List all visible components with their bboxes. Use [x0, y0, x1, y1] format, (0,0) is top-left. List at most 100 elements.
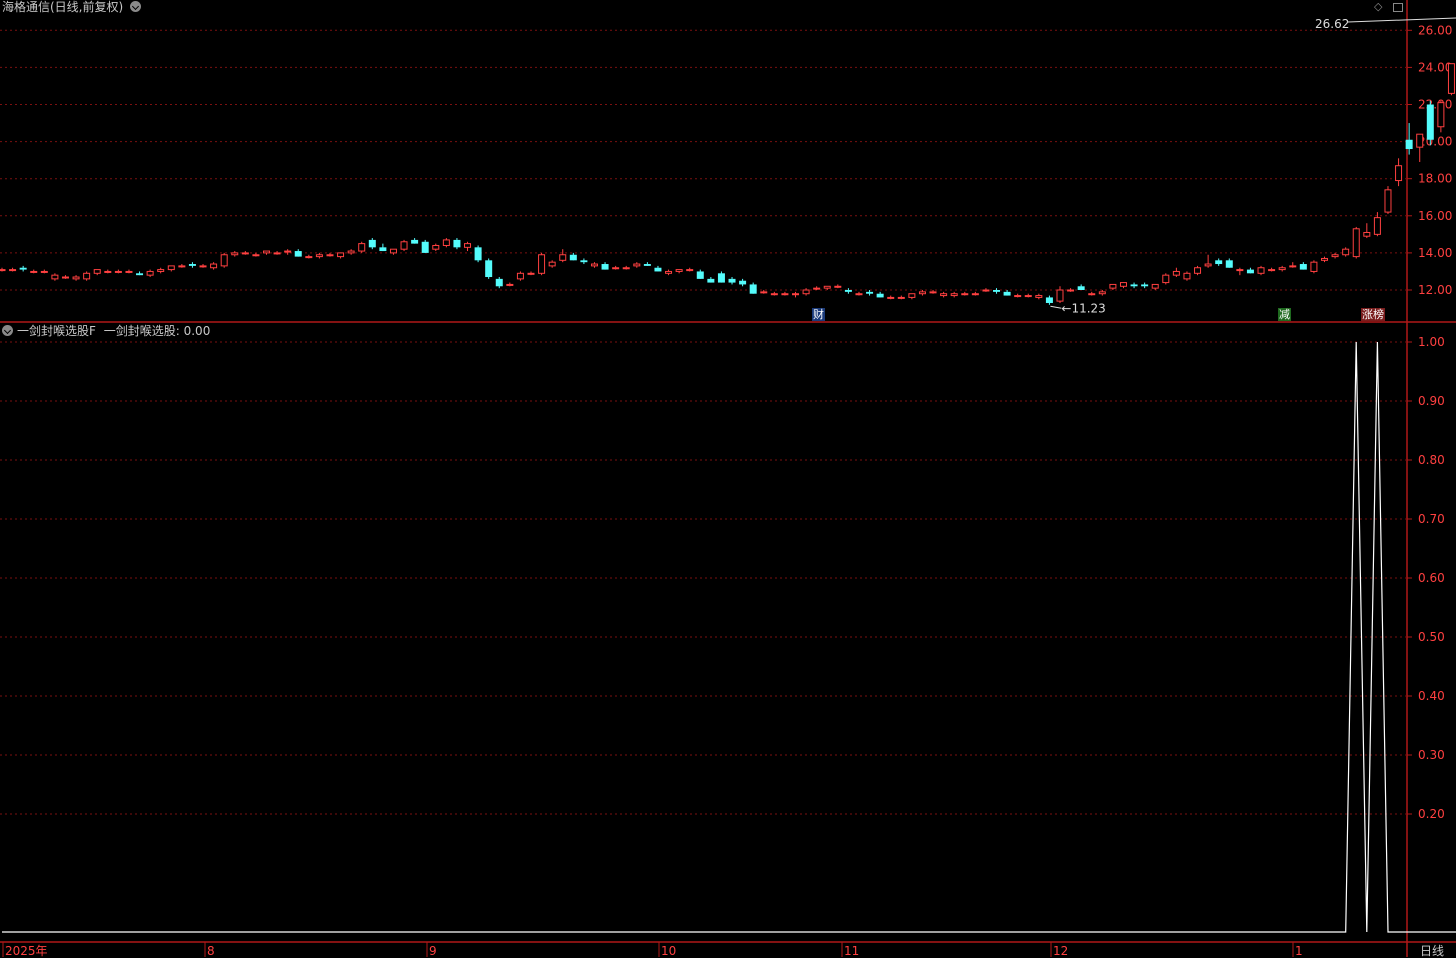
candle-body [918, 291, 926, 295]
candle [315, 252, 323, 259]
candle [1183, 271, 1191, 281]
chevron-down-icon[interactable] [2, 325, 13, 336]
candle-body [1077, 286, 1085, 290]
candle-body [1257, 267, 1265, 274]
candle-body [432, 244, 440, 250]
candle [485, 258, 493, 279]
chevron-down-icon[interactable] [130, 1, 142, 12]
candle-body [971, 293, 979, 296]
low-price-arrow [1050, 305, 1062, 309]
marker-jian[interactable]: 减 [1278, 308, 1291, 321]
candle [1299, 262, 1307, 270]
candle [0, 267, 6, 272]
candle-body [1299, 264, 1307, 270]
candle-body [1151, 283, 1159, 289]
candle-body [72, 276, 80, 280]
indicator-tick-label: 0.80 [1418, 453, 1445, 467]
indicator-tick-label: 0.70 [1418, 512, 1445, 526]
candle [61, 275, 69, 279]
candle-body [516, 272, 524, 280]
candle-body [728, 278, 736, 283]
candle [802, 288, 810, 296]
time-axis-label: 9 [429, 944, 437, 957]
candle [686, 267, 694, 272]
candle-body [1289, 265, 1297, 268]
candle [654, 265, 662, 272]
candle-body [1130, 284, 1138, 287]
candle-body [389, 248, 397, 254]
candle [961, 291, 969, 296]
candle-body [813, 287, 821, 290]
candle [1225, 258, 1233, 268]
timeframe-label[interactable]: 日线 [1420, 944, 1444, 958]
candle [1151, 283, 1159, 290]
candle-body [1172, 270, 1180, 276]
candle [1098, 290, 1106, 296]
low-price-label: ←11.23 [1061, 301, 1105, 315]
indicator-label: 一剑封喉选股: [103, 324, 180, 338]
candle [337, 252, 345, 259]
candle-body [665, 270, 673, 274]
candle [643, 262, 651, 266]
candle [971, 291, 979, 296]
candle [929, 290, 937, 294]
candle [442, 238, 450, 248]
indicator-tick-label: 0.60 [1418, 571, 1445, 585]
candle [1109, 283, 1117, 290]
chart-canvas[interactable]: 12.0014.0016.0018.0020.0022.0024.0026.00… [0, 0, 1456, 957]
candle-body [781, 293, 789, 296]
candle-body [707, 278, 715, 283]
candle [167, 265, 175, 272]
candle-body [474, 247, 482, 261]
candle [411, 238, 419, 244]
window-toggle-icon[interactable] [1393, 3, 1403, 12]
time-axis-label: 2025年 [5, 944, 48, 957]
candle-body [908, 293, 916, 298]
candle-body [294, 251, 302, 257]
candle-body [1067, 289, 1075, 292]
marker-cai[interactable]: 财 [812, 308, 825, 321]
candle-body [961, 293, 969, 296]
candle [1003, 290, 1011, 296]
candle [72, 275, 80, 281]
candle-body [61, 276, 69, 279]
price-tick-label: 22.00 [1418, 98, 1452, 112]
candle [83, 271, 91, 281]
candle-body [485, 260, 493, 278]
candle [887, 295, 895, 300]
indicator-tick-label: 0.50 [1418, 630, 1445, 644]
candle [1024, 293, 1032, 298]
candle [1215, 258, 1223, 266]
candle [231, 251, 239, 257]
time-axis-label: 12 [1053, 944, 1068, 957]
marker-zhangbang[interactable]: 涨榜 [1361, 308, 1385, 321]
candle-body [929, 291, 937, 294]
candle [1014, 293, 1022, 298]
candle [855, 291, 863, 296]
candle [982, 288, 990, 292]
candle-body [760, 291, 768, 294]
candle [548, 260, 556, 268]
indicator-title-bar: 一剑封喉选股F 一剑封喉选股: 0.00 [2, 324, 210, 338]
time-axis-label: 1 [1295, 944, 1303, 957]
candle-body [1384, 189, 1392, 213]
candle [1437, 100, 1445, 133]
candle [1278, 265, 1286, 272]
time-axis-label: 8 [207, 944, 215, 957]
candle [1310, 260, 1318, 274]
candle-body [590, 263, 598, 267]
candle [40, 269, 48, 274]
candle-body [157, 269, 165, 272]
candle [1384, 186, 1392, 214]
candle-body [1215, 260, 1223, 265]
candle-body [1056, 289, 1064, 302]
candle [252, 252, 260, 257]
candle-body [1342, 248, 1350, 256]
candle-body [1426, 104, 1434, 140]
candle [527, 271, 535, 276]
diamond-icon[interactable]: ◇ [1374, 0, 1382, 13]
candle-body [1437, 102, 1445, 128]
indicator-tick-label: 0.90 [1418, 394, 1445, 408]
candle [1130, 282, 1138, 289]
candle [590, 262, 598, 268]
